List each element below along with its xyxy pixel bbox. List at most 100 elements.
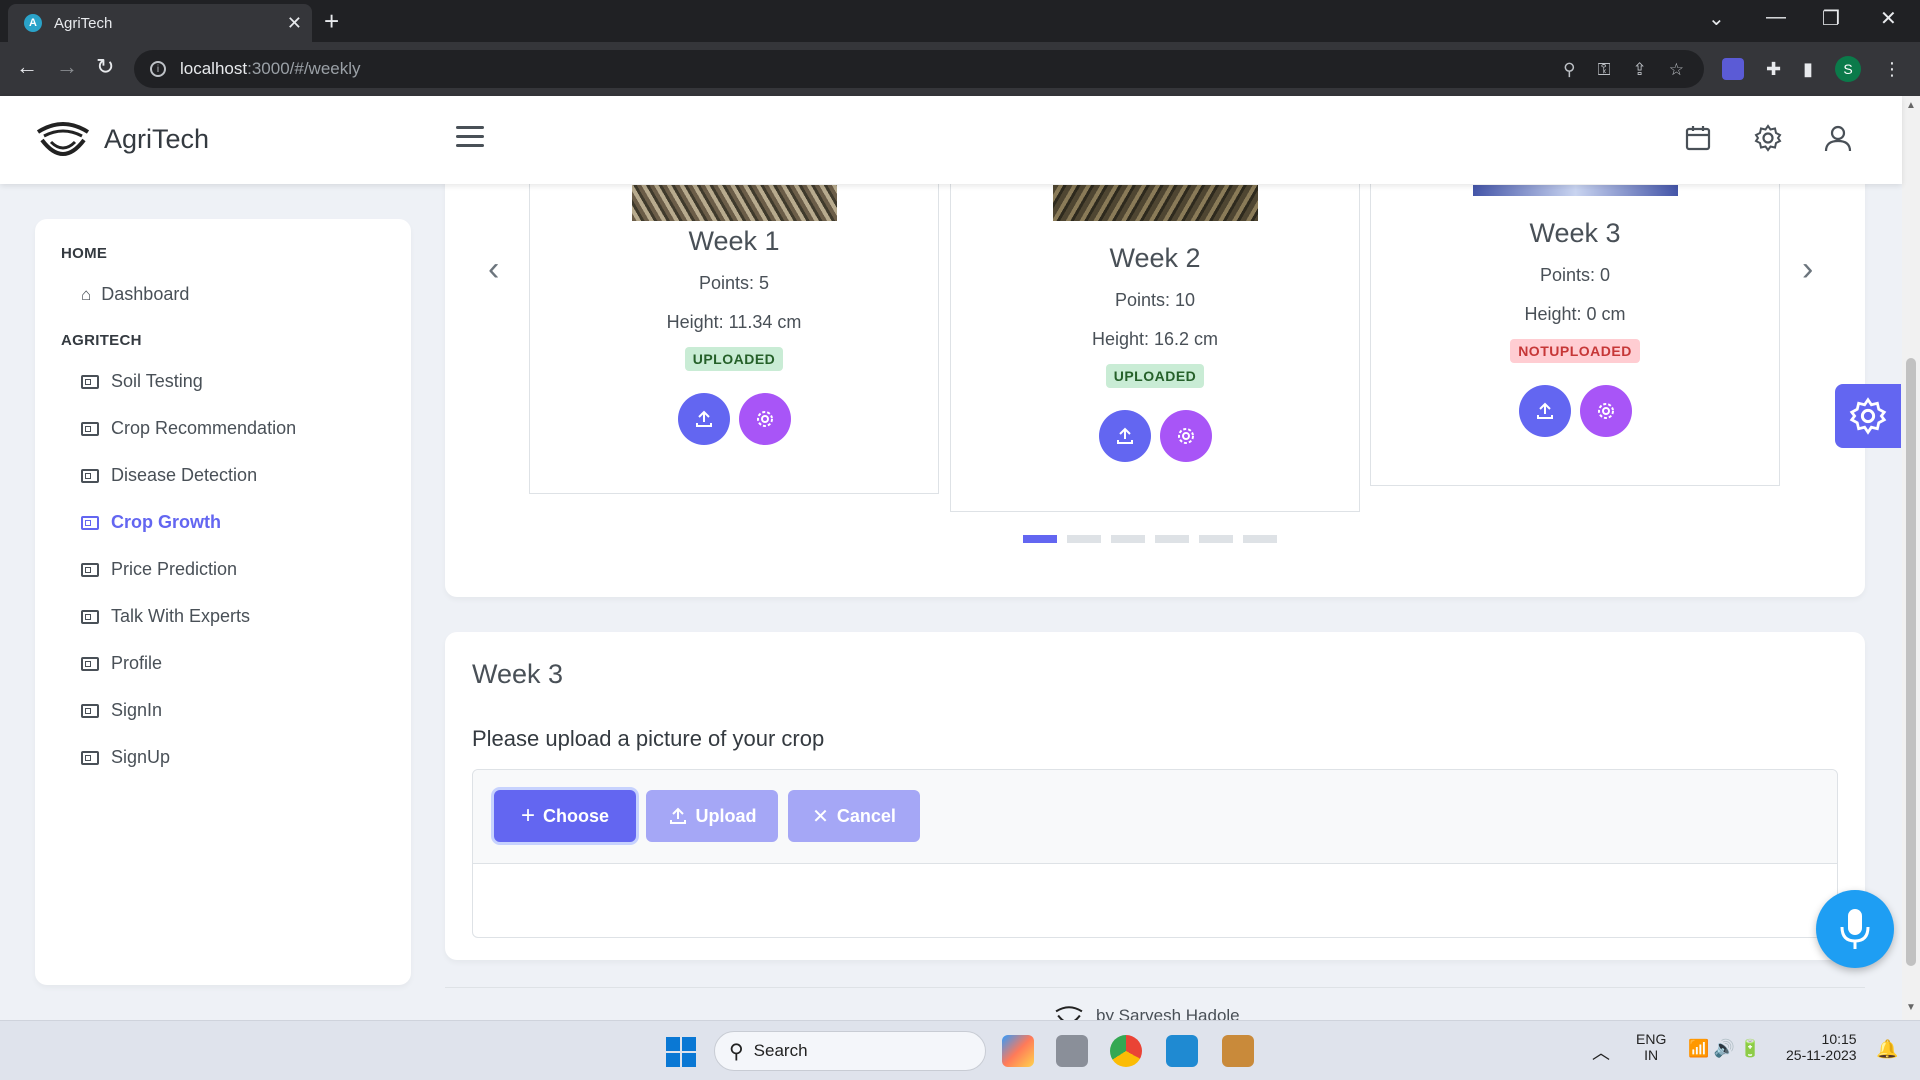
- page-scrollbar[interactable]: ▲ ▼: [1902, 96, 1920, 1020]
- settings-gear-icon[interactable]: [1752, 122, 1784, 154]
- url-path: :3000/#/weekly: [247, 59, 361, 78]
- carousel-dot[interactable]: [1067, 535, 1101, 543]
- search-icon: ⚲: [729, 1040, 744, 1063]
- carousel-dot[interactable]: [1199, 535, 1233, 543]
- language-code: ENG: [1636, 1031, 1667, 1047]
- language-indicator[interactable]: ENG IN: [1636, 1031, 1666, 1063]
- upload-button[interactable]: [1098, 410, 1151, 462]
- week-points: Points: 0: [1539, 265, 1611, 285]
- browser-tab[interactable]: A AgriTech ✕: [8, 4, 312, 42]
- minimize-icon[interactable]: —: [1766, 6, 1786, 29]
- app-header-overlay: AgriTech: [0, 96, 1902, 184]
- brand-name[interactable]: AgriTech: [104, 124, 209, 155]
- sidebar-item-soil-testing[interactable]: Soil Testing: [35, 358, 411, 405]
- choose-button[interactable]: + Choose: [494, 790, 636, 842]
- scroll-down-icon[interactable]: ▼: [1906, 1002, 1916, 1013]
- forward-icon[interactable]: →: [56, 54, 78, 80]
- settings-button[interactable]: [738, 393, 791, 445]
- sidebar-item-price-prediction[interactable]: Price Prediction: [35, 546, 411, 593]
- calendar-icon[interactable]: [1682, 122, 1714, 154]
- week-height: Height: 11.34 cm: [666, 312, 802, 332]
- upload-week-title: Week 3: [472, 659, 564, 689]
- sidebar-item-signup[interactable]: SignUp: [35, 734, 411, 781]
- upload-icon: [1536, 402, 1553, 419]
- network-volume-battery-icons[interactable]: 📶 🔊 🔋: [1688, 1039, 1761, 1059]
- file-drop-area[interactable]: [473, 864, 1837, 938]
- profile-avatar[interactable]: S: [1835, 56, 1861, 82]
- tray-overflow-icon[interactable]: ︿: [1592, 1039, 1610, 1065]
- url-host: localhost: [180, 59, 248, 78]
- puzzle-extensions-icon[interactable]: ✚: [1766, 59, 1781, 80]
- notifications-bell-icon[interactable]: 🔔: [1876, 1039, 1898, 1060]
- sidebar: HOME ⌂ Dashboard AGRITECH Soil Testing C…: [35, 219, 411, 985]
- side-panel-icon[interactable]: ▮: [1803, 59, 1813, 80]
- sidebar-item-label: Profile: [111, 653, 163, 673]
- sidebar-item-label: Talk With Experts: [111, 606, 251, 626]
- settings-button[interactable]: [1579, 385, 1632, 437]
- upload-file-button[interactable]: Upload: [646, 790, 778, 842]
- sidebar-item-label: Soil Testing: [111, 371, 203, 391]
- user-icon[interactable]: [1822, 122, 1854, 154]
- sidebar-item-dashboard[interactable]: ⌂ Dashboard: [35, 271, 411, 318]
- week-height: Height: 0 cm: [1524, 304, 1626, 324]
- address-bar[interactable]: i localhost :3000/#/weekly ⚲ ⚿ ⇪ ☆: [134, 50, 1704, 88]
- microphone-icon: [1840, 909, 1870, 949]
- extension-icon[interactable]: [1722, 58, 1744, 80]
- upload-button[interactable]: [1518, 385, 1571, 437]
- browser-toolbar: ← → ↻ i localhost :3000/#/weekly ⚲ ⚿ ⇪ ☆: [0, 42, 1920, 96]
- carousel-next-icon[interactable]: ›: [1802, 250, 1813, 289]
- file-manager-app-icon[interactable]: [1056, 1035, 1088, 1067]
- back-icon[interactable]: ←: [16, 54, 38, 80]
- week-title: Week 2: [1109, 243, 1201, 273]
- upload-icon: [695, 410, 712, 427]
- scrollbar-thumb[interactable]: [1906, 358, 1916, 966]
- carousel-dot[interactable]: [1155, 535, 1189, 543]
- carousel-dot[interactable]: [1243, 535, 1277, 543]
- sidebar-item-crop-growth[interactable]: Crop Growth: [35, 499, 411, 546]
- package-app-icon[interactable]: [1222, 1035, 1254, 1067]
- tab-search-chevron-icon[interactable]: ⌄: [1708, 6, 1725, 31]
- vscode-app-icon[interactable]: [1166, 1035, 1198, 1067]
- copilot-app-icon[interactable]: [1002, 1035, 1034, 1067]
- key-icon[interactable]: ⚿: [1598, 60, 1611, 80]
- restore-icon[interactable]: ❐: [1822, 6, 1840, 31]
- location-icon[interactable]: ⚲: [1563, 60, 1575, 80]
- bookmark-star-icon[interactable]: ☆: [1669, 60, 1684, 80]
- windows-start-icon[interactable]: [666, 1037, 696, 1067]
- browser-menu-icon[interactable]: ⋮: [1883, 59, 1901, 80]
- taskbar-search-label: Search: [753, 1041, 808, 1060]
- new-tab-icon[interactable]: +: [324, 6, 339, 37]
- carousel-dot[interactable]: [1111, 535, 1145, 543]
- status-badge: NOTUPLOADED: [1510, 339, 1640, 363]
- sidebar-item-signin[interactable]: SignIn: [35, 687, 411, 734]
- site-info-icon[interactable]: i: [150, 61, 166, 77]
- window-close-icon[interactable]: ✕: [1880, 6, 1897, 31]
- carousel-dot[interactable]: [1023, 535, 1057, 543]
- chrome-app-icon[interactable]: [1110, 1035, 1142, 1067]
- carousel-prev-icon[interactable]: ‹: [488, 250, 499, 289]
- cancel-button[interactable]: ✕ Cancel: [788, 790, 920, 842]
- windows-taskbar: ⚲ Search ︿ ENG IN 📶 🔊 🔋 10:15 25-11-2023…: [0, 1020, 1920, 1080]
- sidebar-item-talk-with-experts[interactable]: Talk With Experts: [35, 593, 411, 640]
- upload-button[interactable]: [677, 393, 730, 445]
- sidebar-item-crop-recommendation[interactable]: Crop Recommendation: [35, 405, 411, 452]
- clock[interactable]: 10:15 25-11-2023: [1786, 1031, 1857, 1063]
- scroll-up-icon[interactable]: ▲: [1906, 100, 1916, 111]
- sidebar-item-label: Disease Detection: [111, 465, 258, 485]
- voice-assistant-button[interactable]: [1816, 890, 1894, 968]
- sidebar-item-profile[interactable]: Profile: [35, 640, 411, 687]
- tab-close-icon[interactable]: ✕: [287, 13, 302, 34]
- crop-photo: [632, 185, 837, 221]
- share-icon[interactable]: ⇪: [1633, 60, 1647, 80]
- status-badge: UPLOADED: [1105, 364, 1205, 388]
- reload-icon[interactable]: ↻: [96, 54, 114, 80]
- taskbar-search[interactable]: ⚲ Search: [714, 1031, 986, 1071]
- agritech-logo-icon[interactable]: [34, 116, 92, 162]
- file-upload: + Choose Upload ✕ Cancel: [472, 769, 1838, 938]
- settings-button[interactable]: [1159, 410, 1212, 462]
- menu-toggle-icon[interactable]: [456, 126, 484, 148]
- config-button[interactable]: [1835, 384, 1901, 448]
- week-points: Points: 10: [1114, 290, 1196, 310]
- sidebar-item-disease-detection[interactable]: Disease Detection: [35, 452, 411, 499]
- tab-title: AgriTech: [54, 14, 113, 32]
